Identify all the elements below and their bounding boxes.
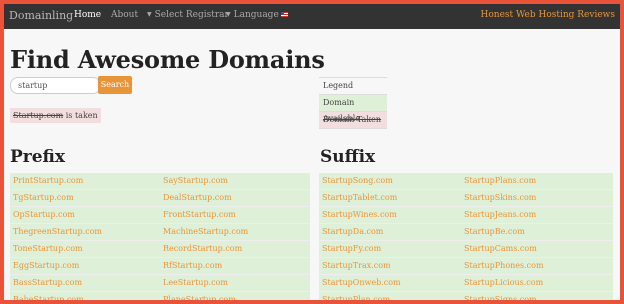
domain-link[interactable]: StartupSigns.com	[461, 292, 613, 300]
suffix-table: StartupSong.com StartupPlans.com StartupT…	[319, 173, 613, 300]
nav-home[interactable]: Home	[74, 10, 101, 20]
table-row: OpStartup.com FrontStartup.com	[10, 207, 310, 224]
domain-link[interactable]: StartupJeans.com	[461, 207, 613, 223]
domain-link[interactable]: StartupWines.com	[319, 207, 461, 223]
page-title: Find Awesome Domains	[10, 45, 325, 74]
navbar: Domainling Home About ▼ Select Registrar …	[4, 4, 620, 29]
domain-link[interactable]: FrontStartup.com	[160, 207, 310, 223]
suffix-heading: Suffix	[320, 147, 376, 167]
table-row: ToneStartup.com RecordStartup.com	[10, 241, 310, 258]
table-row: PrintStartup.com SayStartup.com	[10, 173, 310, 190]
domain-link[interactable]: StartupCams.com	[461, 241, 613, 257]
domain-link[interactable]: PrintStartup.com	[10, 173, 160, 189]
legend-available: Domain Available	[319, 95, 387, 123]
us-flag-icon	[280, 12, 288, 17]
table-row: StartupOnweb.com StartupLicious.com	[319, 275, 613, 292]
table-row: StartupSong.com StartupPlans.com	[319, 173, 613, 190]
nav-hosting-reviews[interactable]: Honest Web Hosting Reviews	[481, 10, 615, 20]
domain-link[interactable]: SayStartup.com	[160, 173, 310, 189]
nav-select-registrar[interactable]: ▼ Select Registrar	[147, 10, 229, 20]
brand-logo[interactable]: Domainling	[9, 9, 73, 22]
caret-down-icon: ▼	[226, 11, 231, 18]
table-row: StartupTablet.com StartupSkins.com	[319, 190, 613, 207]
search-button[interactable]: Search	[98, 76, 132, 94]
table-row: StartupWines.com StartupJeans.com	[319, 207, 613, 224]
domain-link[interactable]: StartupDa.com	[319, 224, 461, 240]
domain-link[interactable]: StartupTrax.com	[319, 258, 461, 274]
domain-link[interactable]: StartupOnweb.com	[319, 275, 461, 291]
domain-link[interactable]: OpStartup.com	[10, 207, 160, 223]
domain-link[interactable]: ToneStartup.com	[10, 241, 160, 257]
domain-link[interactable]: StartupPhones.com	[461, 258, 613, 274]
domain-link[interactable]: StartupPlan.com	[319, 292, 461, 300]
domain-link[interactable]: StartupBe.com	[461, 224, 613, 240]
nav-language[interactable]: ▼ Language	[226, 10, 288, 20]
domain-link[interactable]: BassStartup.com	[10, 275, 160, 291]
table-row: TgStartup.com DealStartup.com	[10, 190, 310, 207]
domain-link[interactable]: RfStartup.com	[160, 258, 310, 274]
prefix-heading: Prefix	[10, 147, 66, 167]
search-input[interactable]	[10, 77, 101, 94]
domain-link[interactable]: PlaneStartup.com	[160, 292, 310, 300]
domain-link[interactable]: BabeStartup.com	[10, 292, 160, 300]
domain-link[interactable]: StartupSong.com	[319, 173, 461, 189]
domain-link[interactable]: ThegreenStartup.com	[10, 224, 160, 240]
domain-link[interactable]: StartupSkins.com	[461, 190, 613, 206]
caret-down-icon: ▼	[147, 11, 152, 18]
domain-link[interactable]: StartupPlans.com	[461, 173, 613, 189]
table-row: BabeStartup.com PlaneStartup.com	[10, 292, 310, 300]
domain-link[interactable]: StartupFy.com	[319, 241, 461, 257]
nav-about[interactable]: About	[111, 10, 138, 20]
legend-title: Legend	[319, 77, 387, 95]
taken-domain: Startup.com	[13, 111, 64, 120]
table-row: StartupTrax.com StartupPhones.com	[319, 258, 613, 275]
nav-select-registrar-label: Select Registrar	[154, 10, 229, 20]
table-row: BassStartup.com LeeStartup.com	[10, 275, 310, 292]
table-row: StartupDa.com StartupBe.com	[319, 224, 613, 241]
taken-message: Startup.com is taken	[10, 108, 101, 123]
page-frame: Domainling Home About ▼ Select Registrar …	[4, 4, 620, 300]
domain-link[interactable]: RecordStartup.com	[160, 241, 310, 257]
taken-suffix: is taken	[63, 111, 98, 120]
nav-language-label: Language	[233, 10, 279, 20]
domain-link[interactable]: LeeStartup.com	[160, 275, 310, 291]
legend-taken: Domain Taken	[319, 112, 387, 129]
table-row: EggStartup.com RfStartup.com	[10, 258, 310, 275]
table-row: StartupPlan.com StartupSigns.com	[319, 292, 613, 300]
domain-link[interactable]: MachineStartup.com	[160, 224, 310, 240]
table-row: StartupFy.com StartupCams.com	[319, 241, 613, 258]
legend-table: Legend Domain Available Domain Taken	[319, 77, 387, 129]
domain-link[interactable]: StartupLicious.com	[461, 275, 613, 291]
table-row: ThegreenStartup.com MachineStartup.com	[10, 224, 310, 241]
domain-link[interactable]: StartupTablet.com	[319, 190, 461, 206]
domain-link[interactable]: EggStartup.com	[10, 258, 160, 274]
domain-link[interactable]: TgStartup.com	[10, 190, 160, 206]
prefix-table: PrintStartup.com SayStartup.com TgStartup…	[10, 173, 310, 300]
domain-link[interactable]: DealStartup.com	[160, 190, 310, 206]
